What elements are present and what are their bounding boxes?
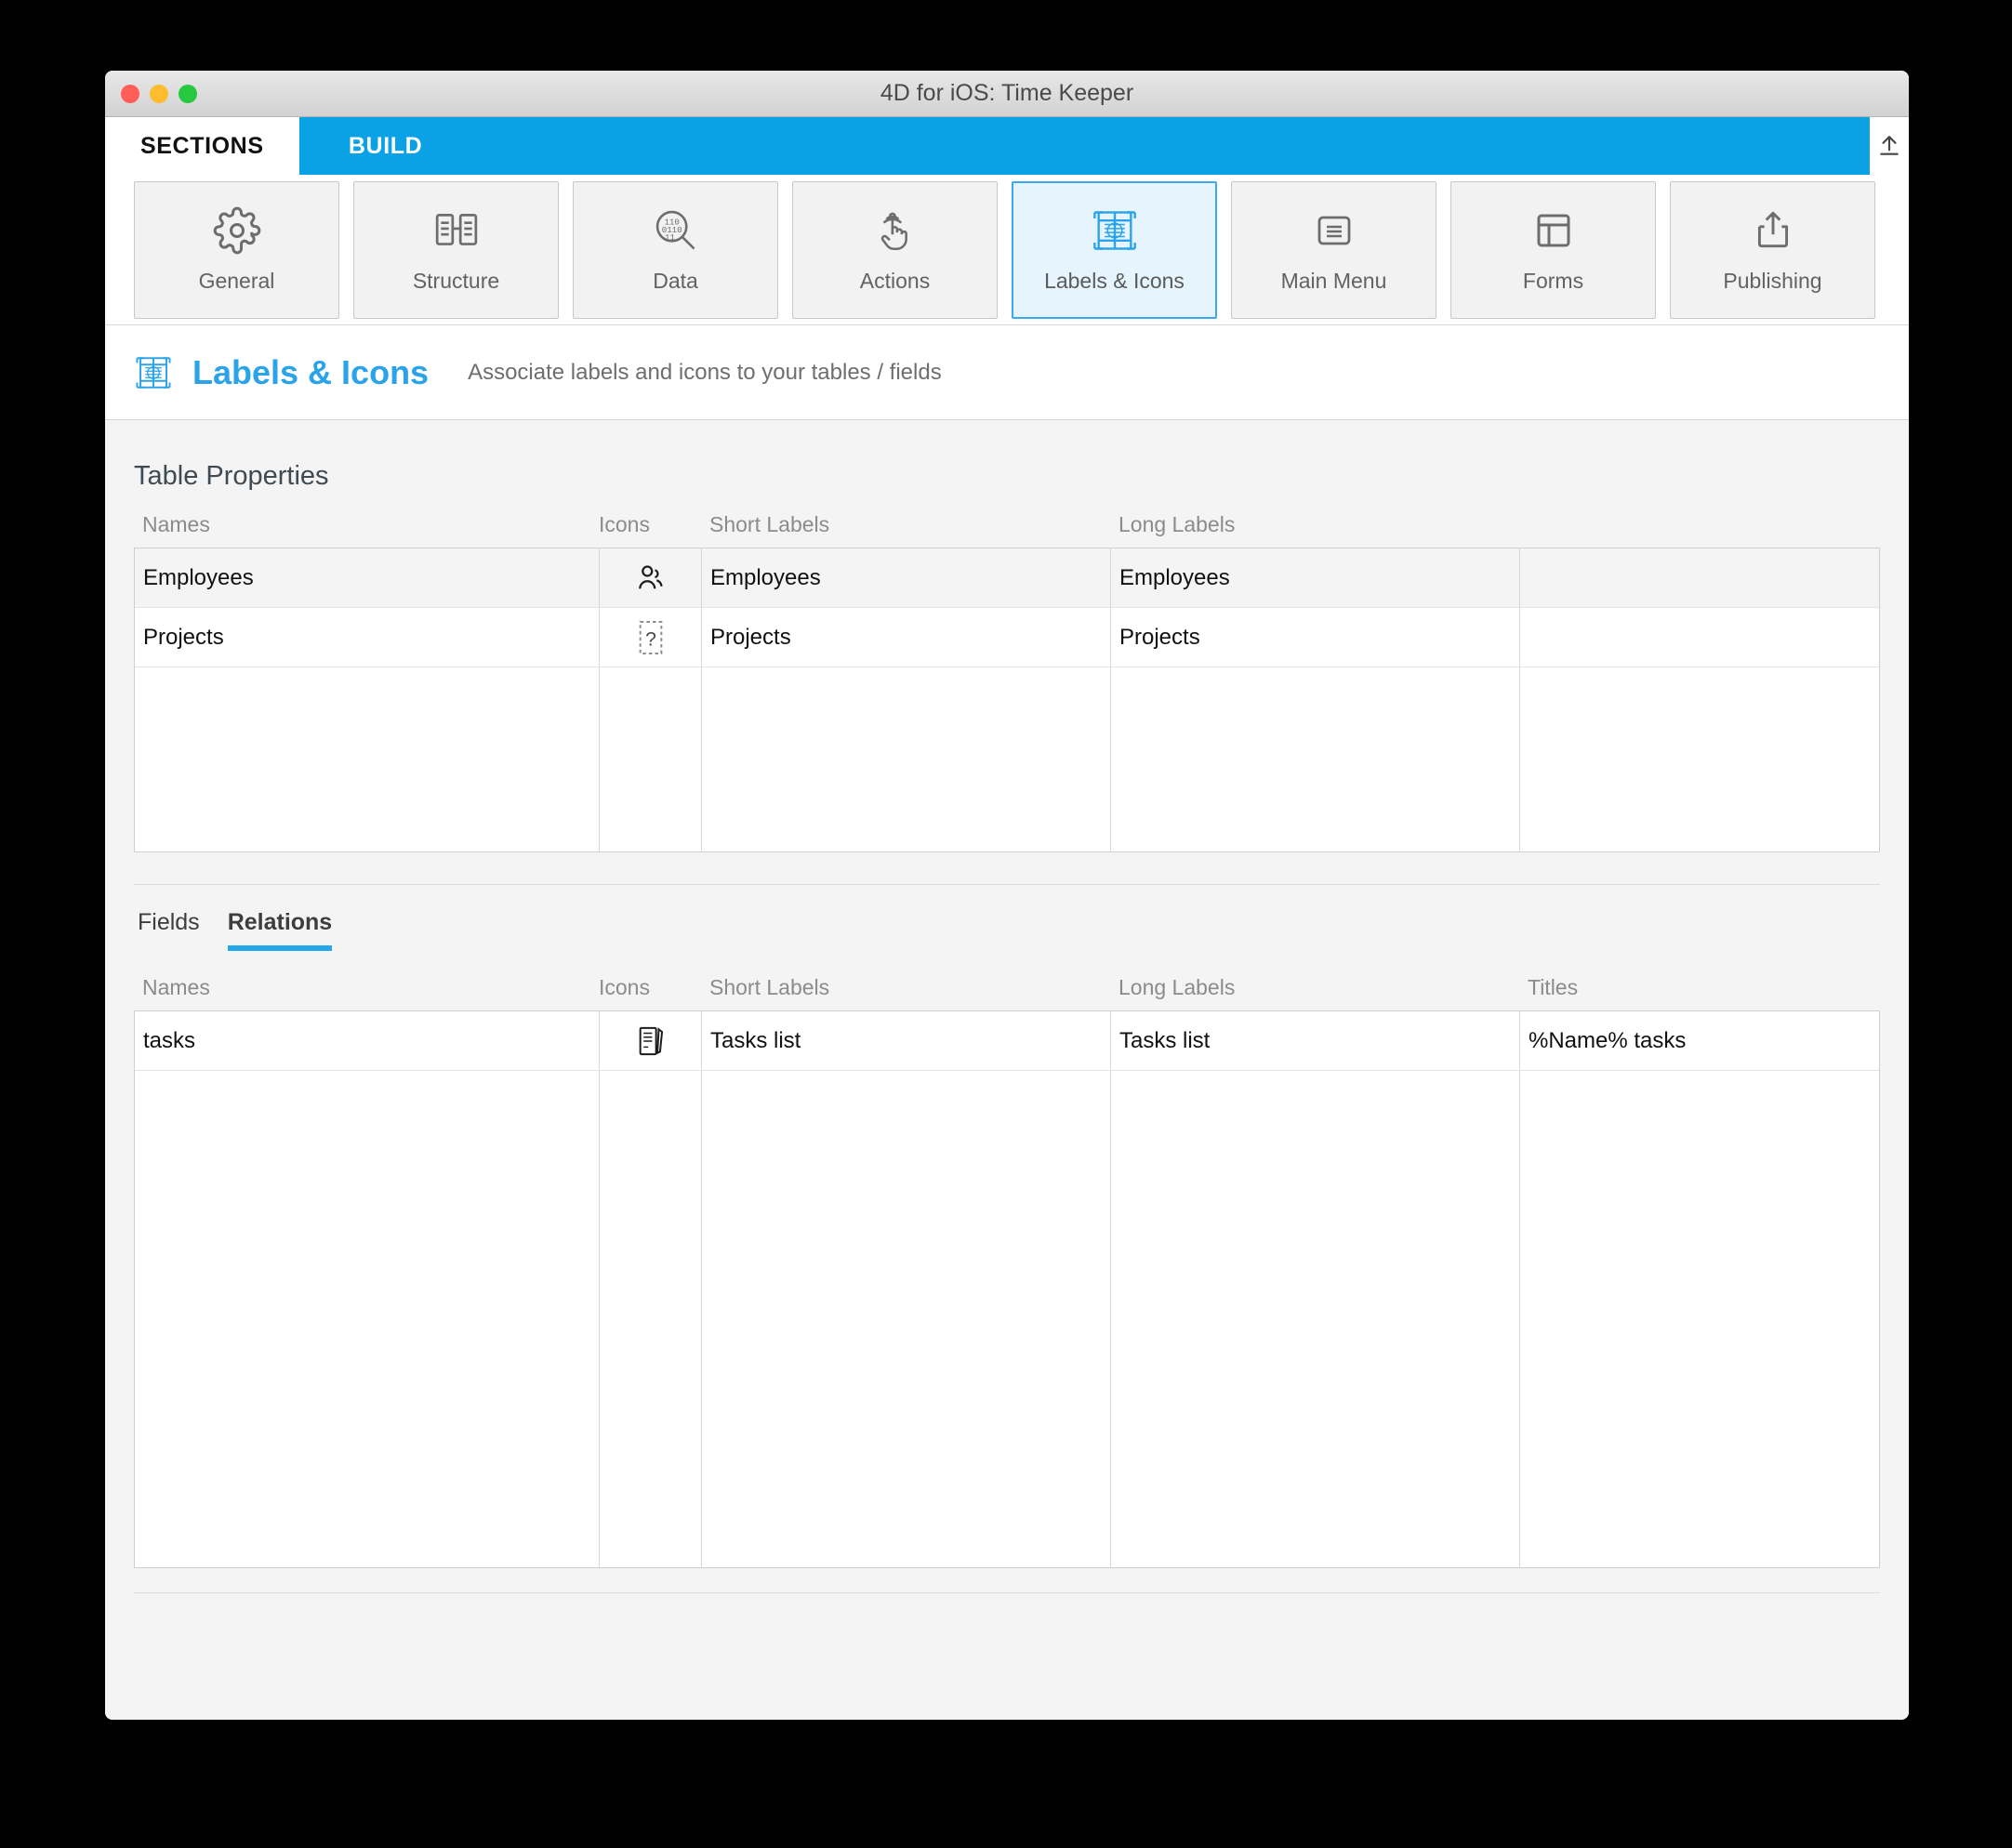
cell-long-label[interactable]: Projects xyxy=(1111,608,1520,667)
tab-fields[interactable]: Fields xyxy=(138,909,200,944)
upload-icon xyxy=(1877,134,1901,158)
empty-cell xyxy=(1111,667,1520,851)
column-header-extra xyxy=(1519,512,1880,537)
empty-cell xyxy=(600,667,702,851)
cell-title[interactable]: %Name% tasks xyxy=(1520,1011,1873,1070)
section-button-label: Labels & Icons xyxy=(1044,269,1185,293)
column-header-long-labels: Long Labels xyxy=(1119,512,1236,536)
empty-cell xyxy=(702,1071,1111,1567)
bottom-divider xyxy=(134,1592,1880,1593)
column-header-names: Names xyxy=(142,975,210,999)
close-button[interactable] xyxy=(121,84,139,103)
svg-text:11: 11 xyxy=(665,232,675,243)
section-button-label: Actions xyxy=(859,269,931,293)
table-properties-column-headers: Names Icons Short Labels Long Labels xyxy=(134,512,1880,548)
app-window: 4D for iOS: Time Keeper SECTIONS BUILD G… xyxy=(105,71,1909,1720)
top-tabbar: SECTIONS BUILD xyxy=(105,117,1909,175)
traffic-light-group xyxy=(121,84,197,103)
table-properties-heading: Table Properties xyxy=(134,461,329,491)
empty-cell xyxy=(135,1071,600,1567)
section-button-label: Structure xyxy=(412,269,500,293)
section-button-structure[interactable]: Structure xyxy=(353,180,559,319)
cell-name[interactable]: Projects xyxy=(135,608,600,667)
column-header-names: Names xyxy=(142,512,210,536)
tab-relations[interactable]: Relations xyxy=(227,909,332,951)
column-header-short-labels: Short Labels xyxy=(709,512,830,536)
tasks-list-icon xyxy=(635,1023,667,1059)
cell-short-label[interactable]: Projects xyxy=(702,608,1111,667)
section-button-actions[interactable]: Actions xyxy=(792,180,998,319)
upload-button[interactable] xyxy=(1870,117,1909,175)
share-upload-icon xyxy=(1750,205,1796,256)
people-icon xyxy=(634,561,668,595)
tap-hand-icon xyxy=(872,205,919,256)
cell-icon[interactable] xyxy=(600,548,702,607)
section-button-publishing[interactable]: Publishing xyxy=(1670,180,1875,319)
page-subtitle: Associate labels and icons to your table… xyxy=(468,359,942,385)
column-header-long-labels: Long Labels xyxy=(1119,975,1236,999)
cell-long-label[interactable]: Employees xyxy=(1111,548,1520,607)
tabbar-filler xyxy=(471,117,1870,175)
table-row[interactable]: Employees Employees Employees xyxy=(135,548,1879,608)
minimize-button[interactable] xyxy=(150,84,168,103)
svg-text:?: ? xyxy=(645,627,656,650)
zoom-button[interactable] xyxy=(179,84,197,103)
empty-cell xyxy=(702,667,1111,851)
column-header-icons: Icons xyxy=(599,975,650,999)
relations-grid[interactable]: tasks Tasks list Tasks list %Name% tasks xyxy=(134,1010,1880,1568)
sub-tabs: Fields Relations xyxy=(134,885,1880,951)
cell-icon[interactable]: ? xyxy=(600,608,702,667)
cell-short-label[interactable]: Employees xyxy=(702,548,1111,607)
table-row[interactable]: tasks Tasks list Tasks list %Name% tasks xyxy=(135,1011,1879,1071)
layout-icon xyxy=(1531,205,1576,256)
table-properties-grid[interactable]: Employees Employees Employees Projects ?… xyxy=(134,548,1880,852)
gear-icon xyxy=(213,205,261,256)
section-button-main-menu[interactable]: Main Menu xyxy=(1231,180,1436,319)
section-button-forms[interactable]: Forms xyxy=(1450,180,1656,319)
labels-grid-icon xyxy=(1091,205,1139,256)
cell-name[interactable]: Employees xyxy=(135,548,600,607)
empty-cell xyxy=(1520,667,1879,851)
tab-build[interactable]: BUILD xyxy=(298,117,472,175)
section-button-label: Data xyxy=(653,269,698,293)
page-header: Labels & Icons Associate labels and icon… xyxy=(105,325,1909,420)
empty-cell xyxy=(600,1071,702,1567)
section-button-labels-and-icons[interactable]: Labels & Icons xyxy=(1012,180,1217,319)
section-button-label: Forms xyxy=(1522,269,1584,293)
column-header-titles: Titles xyxy=(1528,975,1579,999)
sections-toolbar: General Structure 110 0110 11 Data Actio… xyxy=(105,175,1909,325)
empty-cell xyxy=(135,667,600,851)
structure-icon xyxy=(433,205,480,256)
hamburger-icon xyxy=(1312,205,1357,256)
cell-name[interactable]: tasks xyxy=(135,1011,600,1070)
relations-column-headers: Names Icons Short Labels Long Labels Tit… xyxy=(134,944,1880,1010)
cell-extra[interactable] xyxy=(1520,608,1879,667)
section-button-general[interactable]: General xyxy=(134,180,339,319)
section-button-label: General xyxy=(198,269,275,293)
cell-extra[interactable] xyxy=(1520,548,1879,607)
table-row[interactable]: Projects ? Projects Projects xyxy=(135,608,1879,667)
section-button-label: Publishing xyxy=(1723,269,1822,293)
table-empty-space[interactable] xyxy=(135,1071,1879,1567)
cell-long-label[interactable]: Tasks list xyxy=(1111,1011,1520,1070)
main-content: Table Properties Names Icons Short Label… xyxy=(105,420,1909,1720)
table-empty-space[interactable] xyxy=(135,667,1879,851)
empty-cell xyxy=(1520,1071,1873,1567)
page-title: Labels & Icons xyxy=(192,352,430,391)
window-title: 4D for iOS: Time Keeper xyxy=(880,80,1134,106)
tab-sections[interactable]: SECTIONS xyxy=(105,117,299,175)
cell-short-label[interactable]: Tasks list xyxy=(702,1011,1111,1070)
column-header-icons: Icons xyxy=(599,512,650,536)
data-search-icon: 110 0110 11 xyxy=(652,205,700,256)
section-button-data[interactable]: 110 0110 11 Data xyxy=(573,180,778,319)
window-titlebar: 4D for iOS: Time Keeper xyxy=(105,71,1909,117)
empty-cell xyxy=(1111,1071,1520,1567)
placeholder-question-icon: ? xyxy=(635,619,667,656)
section-button-label: Main Menu xyxy=(1280,269,1387,293)
column-header-short-labels: Short Labels xyxy=(709,975,830,999)
labels-grid-icon xyxy=(134,353,173,392)
cell-icon[interactable] xyxy=(600,1011,702,1070)
